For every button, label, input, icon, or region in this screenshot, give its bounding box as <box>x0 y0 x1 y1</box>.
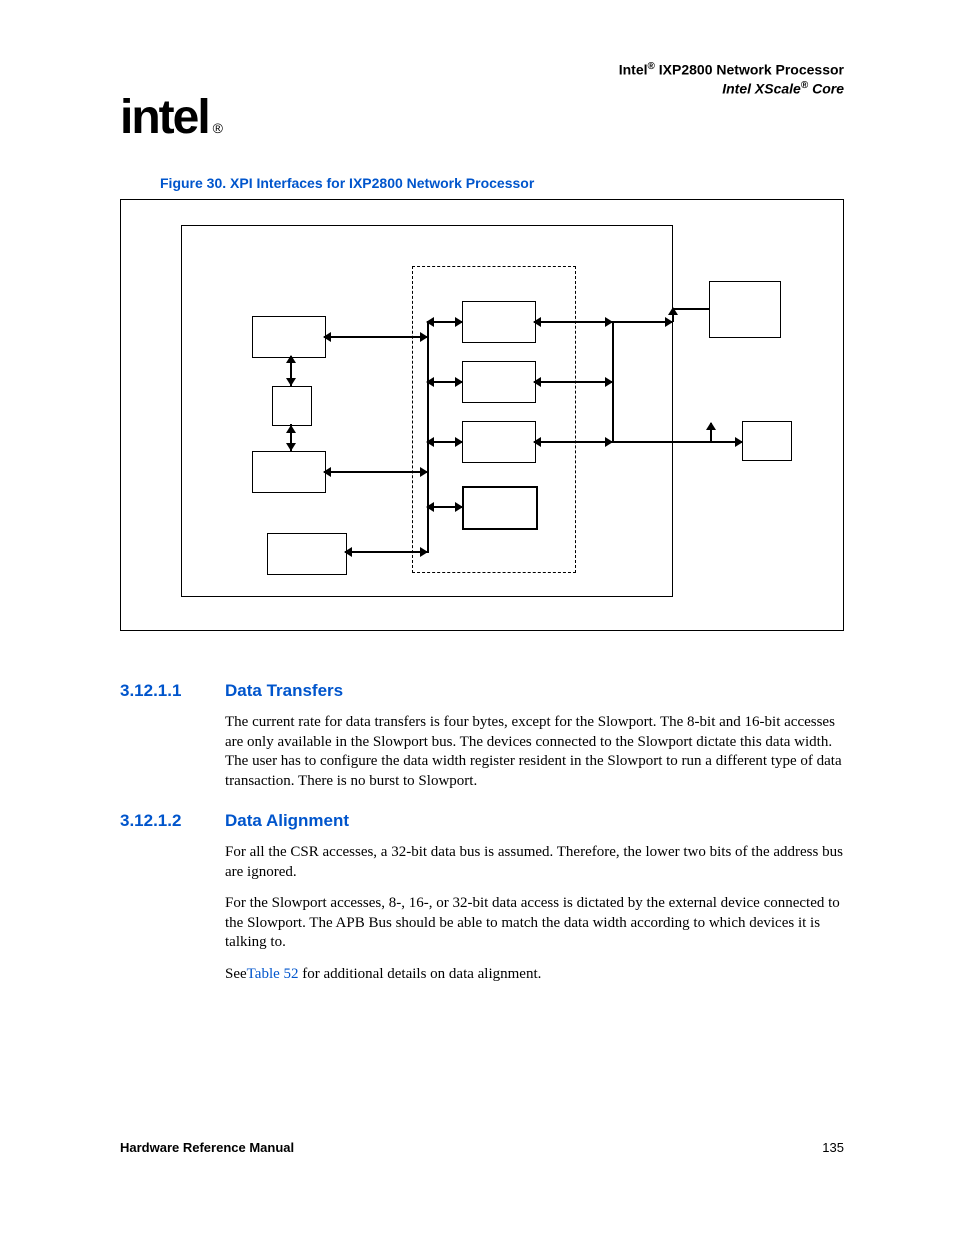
diagram-connector <box>534 381 612 383</box>
diagram-connector <box>534 441 612 443</box>
diagram-box <box>252 316 326 358</box>
diagram-connector <box>672 308 709 310</box>
figure-caption: Figure 30. XPI Interfaces for IXP2800 Ne… <box>160 175 844 191</box>
body-paragraph: For the Slowport accesses, 8-, 16-, or 3… <box>225 894 844 953</box>
diagram-connector <box>534 321 612 323</box>
cross-reference-link[interactable]: Table 52 <box>247 966 299 982</box>
see-text: See <box>225 966 247 982</box>
diagram-connector <box>710 423 712 442</box>
header-line1-pre: Intel <box>619 62 648 78</box>
diagram-connector <box>427 441 462 443</box>
footer-title: Hardware Reference Manual <box>120 1140 294 1155</box>
diagram-connector <box>710 441 742 443</box>
diagram-connector <box>427 381 462 383</box>
body-paragraph: SeeTable 52 for additional details on da… <box>225 965 844 985</box>
diagram-box <box>462 361 536 403</box>
diagram-connector <box>345 551 427 553</box>
diagram-connector <box>612 441 710 443</box>
logo-reg: ® <box>213 120 221 136</box>
diagram-box <box>709 281 781 338</box>
diagram-connector <box>672 308 674 322</box>
logo-text: intel <box>120 91 209 144</box>
diagram-connector <box>427 321 462 323</box>
diagram-connector <box>290 426 292 427</box>
header-line2-post: Core <box>808 81 844 97</box>
diagram-connector <box>290 384 292 385</box>
body-paragraph: The current rate for data transfers is f… <box>225 713 844 791</box>
header-line1-post: IXP2800 Network Processor <box>655 62 844 78</box>
diagram-connector <box>324 336 427 338</box>
diagram-connector <box>427 506 462 508</box>
diagram-box <box>267 533 347 575</box>
intel-logo: intel® <box>120 90 221 145</box>
section-heading: 3.12.1.2 Data Alignment <box>120 811 844 831</box>
diagram-box <box>272 386 312 426</box>
figure-container <box>120 199 844 631</box>
diagram-connector <box>324 471 427 473</box>
diagram-box <box>742 421 792 461</box>
section-number: 3.12.1.1 <box>120 681 225 701</box>
section-title: Data Transfers <box>225 681 343 701</box>
diagram-outer <box>181 225 673 597</box>
diagram-connector <box>290 449 292 450</box>
page-number: 135 <box>822 1140 844 1155</box>
section-heading: 3.12.1.1 Data Transfers <box>120 681 844 701</box>
section-number: 3.12.1.2 <box>120 811 225 831</box>
page-header: Intel® IXP2800 Network Processor Intel X… <box>619 60 844 98</box>
diagram-connector <box>612 321 672 323</box>
diagram-box <box>462 421 536 463</box>
diagram-box <box>462 301 536 343</box>
diagram-box <box>462 486 538 530</box>
reg-mark: ® <box>648 61 655 72</box>
diagram-connector <box>290 356 292 357</box>
page-footer: Hardware Reference Manual 135 <box>120 1140 844 1155</box>
diagram-box <box>252 451 326 493</box>
see-text-post: for additional details on data alignment… <box>299 966 542 982</box>
section-title: Data Alignment <box>225 811 349 831</box>
body-paragraph: For all the CSR accesses, a 32-bit data … <box>225 843 844 882</box>
header-line2-pre: Intel XScale <box>722 81 801 97</box>
